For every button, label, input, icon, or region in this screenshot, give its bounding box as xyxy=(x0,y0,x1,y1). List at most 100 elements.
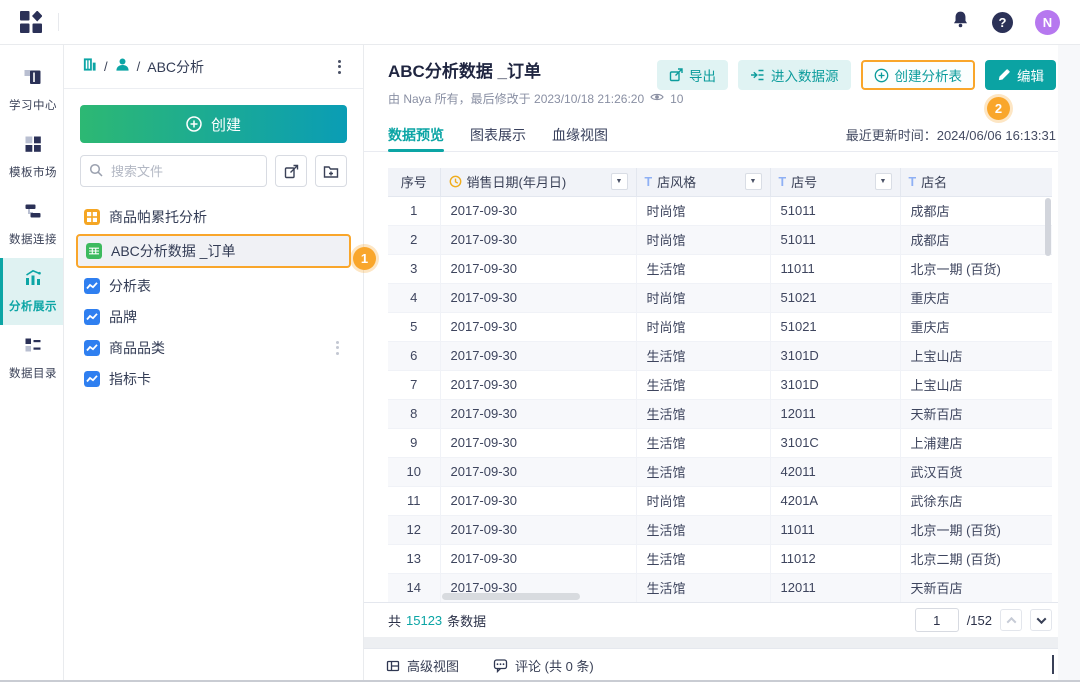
user-group-icon[interactable] xyxy=(115,57,130,77)
create-analysis-table-button[interactable]: 创建分析表 xyxy=(861,60,976,90)
help-icon[interactable]: ? xyxy=(992,12,1013,33)
data-table-icon xyxy=(86,243,102,259)
eye-icon xyxy=(650,91,664,106)
bottom-toolbar: 高级视图 评论 (共 0 条) xyxy=(364,648,1080,682)
table-cell: 生活馆 xyxy=(636,544,770,573)
breadcrumb-current[interactable]: ABC分析 xyxy=(147,57,204,77)
learning-center-icon xyxy=(24,68,42,91)
table-cell: 上宝山店 xyxy=(900,341,1052,370)
search-input[interactable] xyxy=(80,155,267,187)
file-item-analysis-table[interactable]: 分析表 xyxy=(76,270,351,301)
avatar[interactable]: N xyxy=(1035,10,1060,35)
collapse-panel-icon[interactable] xyxy=(1048,653,1058,679)
file-name: 商品品类 xyxy=(109,338,165,358)
table-body: 12017-09-30时尚馆51011成都店22017-09-30时尚馆5101… xyxy=(388,196,1052,602)
sidebar-item-data-catalog[interactable]: 数据目录 xyxy=(0,325,63,392)
table-cell: 9 xyxy=(388,428,440,457)
sidebar-item-label: 数据连接 xyxy=(9,231,57,247)
table-row[interactable]: 122017-09-30生活馆11011北京一期 (百货) xyxy=(388,515,1052,544)
comments-button[interactable]: 评论 (共 0 条) xyxy=(493,656,594,675)
table-row[interactable]: 72017-09-30生活馆3101D上宝山店 xyxy=(388,370,1052,399)
tab-data-preview[interactable]: 数据预览 xyxy=(388,118,444,151)
annotation-step-1-badge: 1 xyxy=(353,247,376,270)
page-down-button[interactable] xyxy=(1030,609,1052,631)
vertical-scrollbar[interactable] xyxy=(1045,198,1051,256)
new-folder-button[interactable] xyxy=(315,155,347,187)
analysis-display-icon xyxy=(24,269,42,292)
table-cell: 天新百店 xyxy=(900,399,1052,428)
advanced-view-button[interactable]: 高级视图 xyxy=(386,656,459,675)
breadcrumb: / / ABC分析 xyxy=(64,45,363,89)
column-dropdown-button[interactable] xyxy=(745,173,762,190)
owner-modified-text: 由 Naya 所有，最后修改于 2023/10/18 21:26:20 xyxy=(388,90,644,107)
table-row[interactable]: 12017-09-30时尚馆51011成都店 xyxy=(388,196,1052,225)
organization-icon[interactable] xyxy=(82,57,97,77)
page-up-button[interactable] xyxy=(1000,609,1022,631)
panel-more-icon[interactable] xyxy=(334,56,345,78)
tab-lineage-view[interactable]: 血缘视图 xyxy=(552,118,608,151)
file-item-abc-data[interactable]: ABC分析数据 _订单 xyxy=(76,234,351,268)
pencil-icon xyxy=(997,68,1011,82)
batch-operate-button[interactable] xyxy=(275,155,307,187)
table-row[interactable]: 132017-09-30生活馆11012北京二期 (百货) xyxy=(388,544,1052,573)
column-header-store-no: T 店号 xyxy=(770,168,900,196)
table-row[interactable]: 92017-09-30生活馆3101C上浦建店 xyxy=(388,428,1052,457)
column-header-index: 序号 xyxy=(388,168,440,196)
total-suffix: 条数据 xyxy=(447,611,486,630)
table-cell: 2017-09-30 xyxy=(440,254,636,283)
column-label: 销售日期(年月日) xyxy=(467,172,567,191)
table-row[interactable]: 82017-09-30生活馆12011天新百店 xyxy=(388,399,1052,428)
file-name: 商品帕累托分析 xyxy=(109,207,207,227)
notification-bell-icon[interactable] xyxy=(951,10,970,34)
item-more-icon[interactable] xyxy=(332,337,343,359)
table-cell: 重庆店 xyxy=(900,312,1052,341)
file-item-indicator-card[interactable]: 指标卡 xyxy=(76,363,351,394)
table-cell: 2017-09-30 xyxy=(440,544,636,573)
table-row[interactable]: 112017-09-30时尚馆4201A武徐东店 xyxy=(388,486,1052,515)
file-item-brand[interactable]: 品牌 xyxy=(76,301,351,332)
column-label: 店风格 xyxy=(657,172,696,191)
table-cell: 42011 xyxy=(770,457,900,486)
column-dropdown-button[interactable] xyxy=(611,173,628,190)
sidebar-item-learning-center[interactable]: 学习中心 xyxy=(0,57,63,124)
sidebar-item-analysis-display[interactable]: 分析展示 xyxy=(0,258,63,325)
table-row[interactable]: 42017-09-30时尚馆51021重庆店 xyxy=(388,283,1052,312)
edit-button[interactable]: 编辑 xyxy=(985,60,1056,90)
table-row[interactable]: 62017-09-30生活馆3101D上宝山店 xyxy=(388,341,1052,370)
sidebar-item-data-connection[interactable]: 数据连接 xyxy=(0,191,63,258)
enter-data-source-button[interactable]: 进入数据源 xyxy=(738,60,851,90)
tab-chart-display[interactable]: 图表展示 xyxy=(470,118,526,151)
table-row[interactable]: 52017-09-30时尚馆51021重庆店 xyxy=(388,312,1052,341)
export-button[interactable]: 导出 xyxy=(657,60,728,90)
file-item-pareto[interactable]: 商品帕累托分析 xyxy=(76,201,351,232)
create-button[interactable]: 创建 xyxy=(80,105,347,143)
topbar-divider xyxy=(58,13,59,31)
right-gutter xyxy=(1058,45,1080,682)
file-panel: / / ABC分析 创建 xyxy=(64,45,364,682)
table-cell: 2017-09-30 xyxy=(440,341,636,370)
table-cell: 上浦建店 xyxy=(900,428,1052,457)
table-cell: 6 xyxy=(388,341,440,370)
column-label: 店号 xyxy=(791,172,817,191)
table-row[interactable]: 22017-09-30时尚馆51011成都店 xyxy=(388,225,1052,254)
table-row[interactable]: 32017-09-30生活馆11011北京一期 (百货) xyxy=(388,254,1052,283)
table-row[interactable]: 102017-09-30生活馆42011武汉百货 xyxy=(388,457,1052,486)
file-name: 分析表 xyxy=(109,276,151,296)
horizontal-scrollbar[interactable] xyxy=(442,593,580,600)
table-cell: 上宝山店 xyxy=(900,370,1052,399)
table-cell: 1 xyxy=(388,196,440,225)
table-cell: 生活馆 xyxy=(636,254,770,283)
column-dropdown-button[interactable] xyxy=(875,173,892,190)
export-label: 导出 xyxy=(689,65,716,85)
nav-rail: 学习中心 模板市场 xyxy=(0,45,64,682)
file-name: 品牌 xyxy=(109,307,137,327)
table-cell: 2017-09-30 xyxy=(440,515,636,544)
file-name: 指标卡 xyxy=(109,369,151,389)
table-cell: 7 xyxy=(388,370,440,399)
file-item-category[interactable]: 商品品类 xyxy=(76,332,351,363)
column-header-sale-date: 销售日期(年月日) xyxy=(440,168,636,196)
page-number-input[interactable] xyxy=(915,608,959,632)
app-logo-icon[interactable] xyxy=(20,11,42,33)
column-header-store-style: T 店风格 xyxy=(636,168,770,196)
sidebar-item-template-market[interactable]: 模板市场 xyxy=(0,124,63,191)
